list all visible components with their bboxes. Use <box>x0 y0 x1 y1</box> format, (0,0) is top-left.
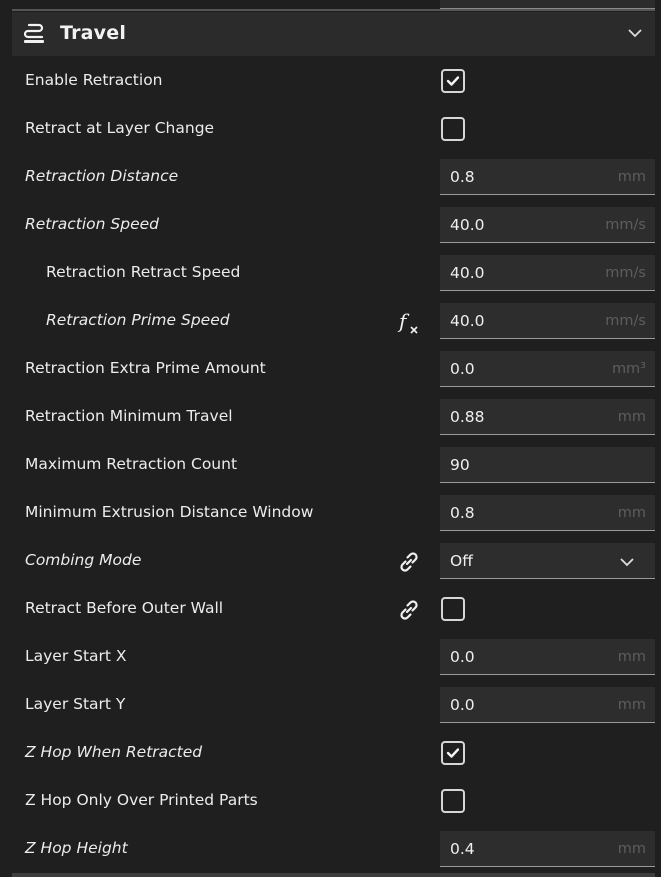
section-divider <box>12 9 655 11</box>
setting-row-retraction-minimum-travel: Retraction Minimum Travel 0.88 mm <box>0 393 661 441</box>
field-value: 0.4 <box>450 840 475 858</box>
setting-row-z-hop-height: Z Hop Height 0.4 mm <box>0 825 661 873</box>
setting-label: Z Hop Height <box>25 839 128 857</box>
field-unit: mm <box>617 169 646 185</box>
checkbox[interactable] <box>441 789 465 813</box>
setting-label: Maximum Retraction Count <box>25 455 238 473</box>
number-field[interactable]: 0.8 mm <box>440 159 655 195</box>
setting-row-retraction-distance: Retraction Distance 0.8 mm <box>0 153 661 201</box>
field-unit: mm <box>617 697 646 713</box>
checkbox[interactable] <box>441 597 465 621</box>
number-field[interactable]: 40.0 mm/s <box>440 255 655 291</box>
field-unit: mm <box>617 505 646 521</box>
setting-row-retraction-retract-speed: Retraction Retract Speed 40.0 mm/s <box>0 249 661 297</box>
link-icon-glyph <box>400 552 418 572</box>
setting-row-minimum-extrusion-distance-window: Minimum Extrusion Distance Window 0.8 mm <box>0 489 661 537</box>
setting-label: Retract at Layer Change <box>25 119 215 137</box>
field-value: 0.0 <box>450 360 475 378</box>
setting-label: Retraction Extra Prime Amount <box>25 359 266 377</box>
number-field[interactable]: 90 <box>440 447 655 483</box>
setting-row-retraction-speed: Retraction Speed 40.0 mm/s <box>0 201 661 249</box>
setting-row-layer-start-x: Layer Start X 0.0 mm <box>0 633 661 681</box>
number-field[interactable]: 0.0 mm <box>440 639 655 675</box>
field-value: 0.8 <box>450 504 475 522</box>
checkbox[interactable] <box>441 69 465 93</box>
number-field[interactable]: 0.4 mm <box>440 831 655 867</box>
setting-row-layer-start-y: Layer Start Y 0.0 mm <box>0 681 661 729</box>
checkbox[interactable] <box>441 117 465 141</box>
function-icon-glyph: f <box>397 309 418 334</box>
chevron-down-icon[interactable] <box>627 27 643 39</box>
link-icon-glyph <box>400 600 418 620</box>
field-unit: mm/s <box>605 313 646 329</box>
setting-label: Z Hop When Retracted <box>25 743 203 761</box>
setting-row-z-hop-only-over-printed-parts: Z Hop Only Over Printed Parts <box>0 777 661 825</box>
number-field[interactable]: 40.0 mm/s <box>440 303 655 339</box>
setting-row-retraction-extra-prime-amount: Retraction Extra Prime Amount 0.0 mm³ <box>0 345 661 393</box>
setting-row-enable-retraction: Enable Retraction <box>0 57 661 105</box>
travel-icon <box>23 23 44 43</box>
field-value: 0.8 <box>450 168 475 186</box>
field-value: 40.0 <box>450 216 485 234</box>
number-field[interactable]: 0.0 mm <box>440 687 655 723</box>
link-icon[interactable] <box>396 549 422 575</box>
number-field[interactable]: 0.88 mm <box>440 399 655 435</box>
checkbox[interactable] <box>441 741 465 765</box>
select-value: Off <box>450 552 473 570</box>
field-value: 0.88 <box>450 408 485 426</box>
setting-label: Z Hop Only Over Printed Parts <box>25 791 258 809</box>
function-icon[interactable]: f <box>396 309 422 335</box>
setting-label: Layer Start Y <box>25 695 126 713</box>
bottom-divider <box>12 873 655 877</box>
setting-label: Minimum Extrusion Distance Window <box>25 503 314 521</box>
number-field[interactable]: 0.0 mm³ <box>440 351 655 387</box>
chevron-down-icon <box>620 558 634 567</box>
section-title: Travel <box>60 22 127 44</box>
previous-section-edge <box>12 0 655 11</box>
field-value: 90 <box>450 456 470 474</box>
field-unit: mm/s <box>605 265 646 281</box>
setting-label: Retraction Distance <box>25 167 179 185</box>
setting-row-retract-at-layer-change: Retract at Layer Change <box>0 105 661 153</box>
field-unit: mm <box>617 841 646 857</box>
setting-label: Retraction Minimum Travel <box>25 407 233 425</box>
field-unit: mm³ <box>611 361 646 377</box>
link-icon[interactable] <box>396 597 422 623</box>
field-value: 0.0 <box>450 648 475 666</box>
field-value: 0.0 <box>450 696 475 714</box>
checkmark-icon <box>446 748 460 758</box>
previous-field-edge[interactable] <box>440 0 655 9</box>
setting-row-z-hop-when-retracted: Z Hop When Retracted <box>0 729 661 777</box>
setting-label: Layer Start X <box>25 647 127 665</box>
setting-row-retraction-prime-speed: Retraction Prime Speed f 40.0 mm/s <box>0 297 661 345</box>
svg-text:f: f <box>397 309 410 333</box>
setting-label: Enable Retraction <box>25 71 163 89</box>
field-value: 40.0 <box>450 312 485 330</box>
field-unit: mm <box>617 649 646 665</box>
setting-label: Retraction Prime Speed <box>46 311 230 329</box>
setting-row-combing-mode: Combing Mode Off <box>0 537 661 585</box>
field-unit: mm/s <box>605 217 646 233</box>
checkmark-icon <box>446 76 460 86</box>
setting-row-retract-before-outer-wall: Retract Before Outer Wall <box>0 585 661 633</box>
setting-label: Retraction Speed <box>25 215 159 233</box>
number-field[interactable]: 40.0 mm/s <box>440 207 655 243</box>
travel-section-header[interactable]: Travel <box>12 12 655 56</box>
field-value: 40.0 <box>450 264 485 282</box>
field-unit: mm <box>617 409 646 425</box>
setting-label: Combing Mode <box>25 551 142 569</box>
setting-label: Retract Before Outer Wall <box>25 599 224 617</box>
setting-row-maximum-retraction-count: Maximum Retraction Count 90 <box>0 441 661 489</box>
select-dropdown[interactable]: Off <box>440 543 655 579</box>
setting-label: Retraction Retract Speed <box>46 263 241 281</box>
number-field[interactable]: 0.8 mm <box>440 495 655 531</box>
